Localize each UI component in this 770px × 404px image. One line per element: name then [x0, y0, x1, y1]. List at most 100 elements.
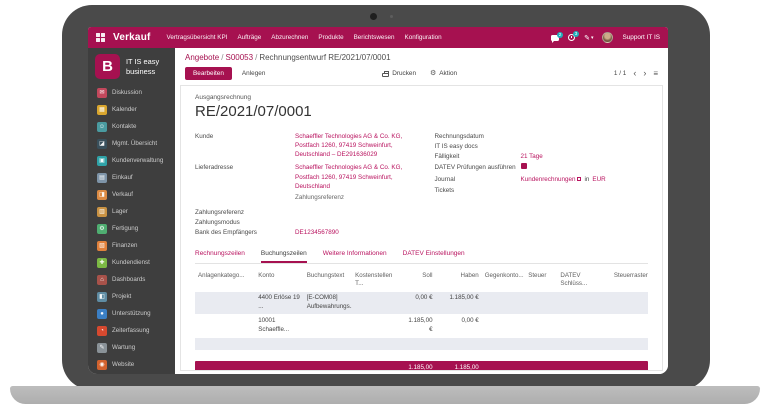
col-konto[interactable]: Konto — [255, 269, 303, 291]
col-haben[interactable]: Haben — [436, 269, 482, 291]
menu-konfiguration[interactable]: Konfiguration — [405, 34, 442, 41]
apps-menu-icon[interactable] — [96, 33, 105, 42]
col-datev-schluessel[interactable]: DATEV Schlüss... — [557, 269, 610, 291]
table-header-row: Anlagenkatego... Konto Buchungstext Kost… — [195, 269, 648, 291]
totals-bar: 1.185,00 1.185,00 — [195, 361, 648, 371]
menu-produkte[interactable]: Produkte — [318, 34, 343, 41]
printer-icon — [382, 73, 389, 77]
menu-berichtswesen[interactable]: Berichtswesen — [354, 34, 395, 41]
tab-buchungszeilen[interactable]: Buchungszeilen — [261, 250, 307, 263]
sidebar-item-fertigung[interactable]: ⚙Fertigung — [88, 220, 175, 237]
sidebar-item-verkauf[interactable]: ◨Verkauf — [88, 186, 175, 203]
menu-auftraege[interactable]: Aufträge — [237, 34, 261, 41]
easydocs-value[interactable] — [521, 142, 649, 151]
tab-datev-einstellungen[interactable]: DATEV Einstellungen — [403, 250, 465, 263]
col-anlagenkategorie[interactable]: Anlagenkatego... — [195, 269, 255, 291]
col-kostenstellen[interactable]: Kostenstellen T... — [352, 269, 400, 291]
table-row[interactable]: 10001 Schaeffle... 1.185,00 € 0,00 € — [195, 315, 648, 337]
maintenance-icon: ✎ — [97, 343, 107, 353]
user-name[interactable]: Support IT IS — [622, 34, 660, 41]
tab-rechnungszeilen[interactable]: Rechnungszeilen — [195, 250, 245, 263]
journal-value[interactable]: KundenrechnungeninEUR — [521, 175, 649, 184]
document-type-label: Ausgangsrechnung — [195, 94, 648, 101]
helpdesk-icon: ✚ — [97, 258, 107, 268]
faelligkeit-value[interactable]: 21 Tage — [521, 152, 649, 161]
form-sheet: Ausgangsrechnung RE/2021/07/0001 Kunde S… — [180, 85, 663, 371]
sidebar-item-website[interactable]: ◉Website — [88, 356, 175, 373]
col-steuer[interactable]: Steuer — [525, 269, 557, 291]
lieferadresse-value[interactable]: Schaeffler Technologies AG & Co. KG, Pos… — [295, 163, 409, 202]
user-avatar — [602, 32, 613, 43]
brand-name: IT IS easy business — [126, 57, 168, 76]
pager-prev-icon[interactable]: ‹ — [633, 69, 636, 78]
sidebar-item-zeiterfassung[interactable]: ◔Zeiterfassung — [88, 322, 175, 339]
chat-icon: ✉ — [97, 88, 107, 98]
internal-link-icon[interactable] — [577, 177, 581, 181]
activities-button[interactable]: 3 — [568, 34, 575, 41]
sidebar-item-projekt[interactable]: ◧Projekt — [88, 288, 175, 305]
app-window: Verkauf Vertragsübersicht KPI Aufträge A… — [88, 27, 668, 374]
print-button[interactable]: Drucken — [382, 70, 416, 77]
dashboard-icon: ⌂ — [97, 275, 107, 285]
sidebar-item-kontakte[interactable]: ☺Kontakte — [88, 118, 175, 135]
purchase-icon: ▤ — [97, 173, 107, 183]
pager-next-icon[interactable]: › — [643, 69, 646, 78]
wand-icon: ✎ — [584, 34, 590, 42]
inventory-icon: ▥ — [97, 207, 107, 217]
zahlungsreferenz-value[interactable] — [295, 208, 409, 217]
col-soll[interactable]: Soll — [401, 269, 436, 291]
messages-button[interactable]: 2 — [551, 35, 559, 41]
crm-icon: ▣ — [97, 156, 107, 166]
action-button[interactable]: ⚙ Aktion — [430, 70, 457, 77]
menu-vertragsuebersicht-kpi[interactable]: Vertragsübersicht KPI — [167, 34, 228, 41]
edit-button[interactable]: Bearbeiten — [185, 67, 232, 80]
sidebar-item-einkauf[interactable]: ▤Einkauf — [88, 169, 175, 186]
support-icon: ● — [97, 309, 107, 319]
sidebar-item-kalender[interactable]: ▦Kalender — [88, 101, 175, 118]
rechnungsdatum-value[interactable] — [521, 132, 649, 141]
sidebar-item-diskussion[interactable]: ✉Diskussion — [88, 84, 175, 101]
table-row-empty[interactable] — [195, 338, 648, 350]
sidebar-item-lager[interactable]: ▥Lager — [88, 203, 175, 220]
sidebar-item-kundendienst[interactable]: ✚Kundendienst — [88, 254, 175, 271]
tickets-value[interactable] — [521, 186, 649, 195]
list-view-icon[interactable]: ≡ — [653, 69, 658, 78]
col-steuerraster[interactable]: Steuerraster — [611, 269, 648, 291]
sidebar-item-mgmt-uebersicht[interactable]: ◪Mgmt. Übersicht — [88, 135, 175, 152]
total-soll: 1.185,00 — [401, 361, 436, 371]
sidebar-item-finanzen[interactable]: ▧Finanzen — [88, 237, 175, 254]
sidebar-item-dashboards[interactable]: ⌂Dashboards — [88, 271, 175, 288]
sidebar-item-wartung[interactable]: ✎Wartung — [88, 339, 175, 356]
col-gegenkonto[interactable]: Gegenkonto... — [482, 269, 525, 291]
sidebar-brand[interactable]: B IT IS easy business — [88, 48, 175, 84]
fields-right-column: Rechnungsdatum IT IS easy docs Fälligkei… — [435, 132, 649, 241]
journal-items-table: Anlagenkatego... Konto Buchungstext Kost… — [195, 269, 648, 371]
zahlungsmodus-value[interactable] — [295, 218, 409, 227]
table-row[interactable]: 4400 Erlöse 19 ... [E-COM08] Aufbewahrun… — [195, 292, 648, 314]
bank-label: Bank des Empfängers — [195, 228, 295, 237]
top-right-cluster: 2 3 ✎ ▾ Support IT IS — [551, 32, 660, 43]
tab-weitere-informationen[interactable]: Weitere Informationen — [323, 250, 387, 263]
control-bar: Bearbeiten Anlegen Drucken ⚙ Aktion 1 / … — [175, 64, 668, 85]
debug-tools-button[interactable]: ✎ ▾ — [584, 34, 593, 42]
easydocs-label: IT IS easy docs — [435, 142, 521, 151]
col-buchungstext[interactable]: Buchungstext — [304, 269, 352, 291]
messages-badge: 2 — [557, 32, 563, 38]
menu-abzurechnen[interactable]: Abzurechnen — [271, 34, 308, 41]
gear-icon: ⚙ — [430, 70, 436, 77]
breadcrumb-s00053[interactable]: S00053 — [226, 53, 254, 62]
sidebar-item-unterstuetzung[interactable]: ●Unterstützung — [88, 305, 175, 322]
current-app-name[interactable]: Verkauf — [113, 32, 151, 43]
sidebar-item-kundenverwaltung[interactable]: ▣Kundenverwaltung — [88, 152, 175, 169]
tickets-label: Tickets — [435, 186, 521, 195]
lieferadresse-label: Lieferadresse — [195, 163, 295, 202]
zahlungsreferenz-note: Zahlungsreferenz — [295, 193, 409, 202]
create-button[interactable]: Anlegen — [242, 70, 265, 77]
datev-checkbox[interactable] — [521, 163, 527, 169]
rechnungsdatum-label: Rechnungsdatum — [435, 132, 521, 141]
bank-value[interactable]: DE1234567890 — [295, 228, 409, 237]
user-menu[interactable] — [602, 32, 613, 43]
top-nav-bar: Verkauf Vertragsübersicht KPI Aufträge A… — [88, 27, 668, 48]
kunde-value[interactable]: Schaeffler Technologies AG & Co. KG, Pos… — [295, 132, 409, 159]
breadcrumb-angebote[interactable]: Angebote — [185, 53, 219, 62]
